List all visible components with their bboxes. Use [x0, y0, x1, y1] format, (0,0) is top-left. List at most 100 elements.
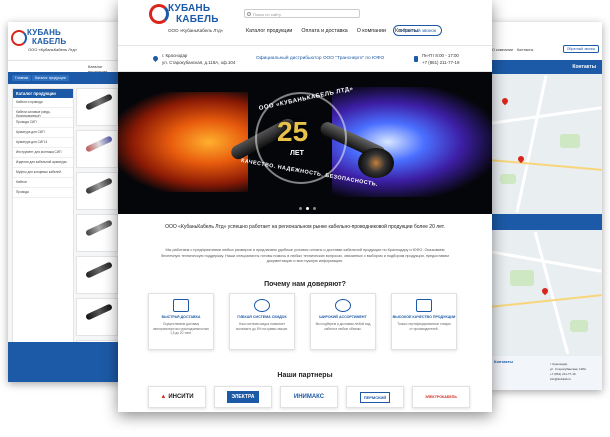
product-list [76, 88, 118, 382]
menu-item-catalog[interactable]: Каталог продукции [246, 28, 292, 34]
menu-item-about[interactable]: О компании [492, 48, 513, 52]
logo-line2: КАБЕЛЬ [32, 37, 67, 46]
product-card[interactable] [76, 88, 118, 126]
why-title: Почему нам доверяют? [264, 281, 346, 288]
right-page-menu: О компании Контакты [492, 48, 533, 52]
intro-title: ООО «КубаньКабель Лтд» успешно работает … [165, 224, 445, 230]
product-card[interactable] [76, 214, 118, 252]
cable-image [85, 93, 113, 111]
sidebar-item[interactable]: Провода [13, 188, 73, 198]
assortment-icon [335, 299, 351, 312]
sidebar-item[interactable]: Провода СИП [13, 118, 73, 128]
footer-line: info@kubkab.ru [550, 377, 572, 381]
feature-text: Мы подберем и доставим любой вид кабеля … [315, 322, 371, 331]
footer-line: +7 (861) 211-77-19 [550, 372, 576, 376]
search-placeholder: Поиск по сайту [253, 11, 282, 17]
feature-card[interactable]: ШИРОКИЙ АССОРТИМЕНТ Мы подберем и достав… [310, 293, 376, 350]
slider-dot[interactable] [299, 207, 302, 210]
work-hours: Пн-Пт 8:00 - 17:00 [422, 53, 459, 58]
phone-icon [414, 56, 418, 62]
menu-item-delivery[interactable]: Оплата и доставка [301, 28, 347, 34]
logo-tagline: ООО «КубаньКабель Лтд» [168, 28, 224, 33]
truck-icon [173, 299, 189, 312]
sidebar-item[interactable]: Арматура для СИП-4 [13, 138, 73, 148]
cable-image [85, 177, 113, 195]
callback-button[interactable]: Обратный звонок [392, 25, 442, 36]
partner-logo[interactable]: ИНИМАКС [280, 386, 338, 408]
feature-card[interactable]: БЫСТРАЯ ДОСТАВКА Осуществляем доставку а… [148, 293, 214, 350]
breadcrumb-catalog[interactable]: Каталог продукции [32, 75, 69, 81]
sidebar-title: Каталог продукции [13, 89, 73, 98]
search-icon [247, 12, 251, 16]
catalog-sidebar: Каталог продукции Кабели и провода Кабел… [12, 88, 74, 382]
feature-title: ГИБКАЯ СИСТЕМА СКИДОК [237, 315, 287, 319]
breadcrumb: Главная Каталог продукции [8, 72, 120, 84]
contacts-banner: Контакты [490, 60, 602, 74]
anniversary-label: ЛЕТ [290, 150, 304, 157]
partner-name: ПЕРМСКИЙ [359, 391, 391, 403]
cable-image [85, 135, 113, 153]
feature-card[interactable]: ВЫСОКОЕ КАЧЕСТВО ПРОДУКЦИИ Только сертиф… [391, 293, 457, 350]
map-bottom[interactable] [490, 230, 602, 356]
sidebar-item[interactable]: Инструмент для монтажа СИП [13, 148, 73, 158]
feature-title: ВЫСОКОЕ КАЧЕСТВО ПРОДУКЦИИ [392, 315, 456, 319]
cable-image [85, 219, 113, 237]
sidebar-item[interactable]: Кабели силовые (медь, бронированные) [13, 108, 73, 118]
footer-line: г. Краснодар [550, 362, 568, 366]
partner-logo[interactable]: ▲ ИНСИТИ [148, 386, 206, 408]
product-card[interactable] [76, 298, 118, 336]
feature-text: Осуществляем доставку автотранспортом гр… [153, 322, 209, 336]
partner-name: ЭЛЕКТРОКАБЕЛЬ [425, 395, 457, 399]
left-page-nav[interactable]: Каталог продукции [8, 60, 120, 74]
logo-tagline: ООО «КубаньКабель Лтд» [28, 47, 78, 52]
slider-dot-active[interactable] [306, 207, 309, 210]
product-card[interactable] [76, 256, 118, 294]
map-pin-icon[interactable] [500, 96, 510, 106]
quality-icon [416, 299, 432, 312]
address-line2: ул. Старокубанская, д.118А, оф.104 [162, 60, 236, 65]
left-page-header: КУБАНЬ КАБЕЛЬ ООО «КубаньКабель Лтд» [8, 22, 120, 60]
footer-title: Контакты [494, 359, 513, 364]
sidebar-item[interactable]: Кабели [13, 178, 73, 188]
left-background-page: КУБАНЬ КАБЕЛЬ ООО «КубаньКабель Лтд» Кат… [8, 22, 120, 382]
partner-logo[interactable]: ЭЛЕКТРА [214, 386, 272, 408]
hero-banner[interactable]: ООО «КУБАНЬКАБЕЛЬ ЛТД» КАЧЕСТВО. НАДЕЖНО… [118, 72, 492, 214]
partner-logo[interactable]: ПЕРМСКИЙ [346, 386, 404, 408]
sidebar-item[interactable]: Кабели и провода [13, 98, 73, 108]
map-top[interactable] [490, 74, 602, 214]
partners-title: Наши партнеры [277, 372, 333, 379]
partner-logo[interactable]: ЭЛЕКТРОКАБЕЛЬ [412, 386, 470, 408]
right-page-header: О компании Контакты Обратный звонок [490, 22, 602, 60]
product-card[interactable] [76, 172, 118, 210]
breadcrumb-home[interactable]: Главная [12, 75, 32, 81]
footer-line: ул. Старокубанская, 118А [550, 367, 586, 371]
cable-image [358, 148, 394, 178]
left-page-footer [8, 342, 120, 382]
feature-text: Только сертифицированные товары от произ… [397, 322, 451, 331]
menu-item-about[interactable]: О компании [357, 28, 386, 34]
cable-image [85, 303, 113, 321]
distributor-text: Официальный дистрибьютор ООО "Транснерго… [256, 56, 385, 61]
search-input[interactable]: Поиск по сайту [244, 9, 360, 18]
location-pin-icon [151, 54, 160, 63]
partner-name: ИНИМАКС [293, 394, 325, 400]
phone-number[interactable]: +7 (861) 211-77-19 [422, 60, 459, 65]
sidebar-item[interactable]: Муфты для концевых кабелей [13, 168, 73, 178]
anniversary-number: 25 [277, 116, 309, 147]
product-card[interactable] [76, 130, 118, 168]
contact-info-block [490, 214, 602, 230]
logo-line2: КАБЕЛЬ [176, 14, 219, 25]
cable-image [85, 261, 113, 279]
callback-button[interactable]: Обратный звонок [562, 45, 599, 53]
intro-text: Мы работаем с предприятиями любых размер… [161, 248, 449, 264]
right-background-page: О компании Контакты Обратный звонок Конт… [490, 22, 602, 390]
main-home-page: КУБАНЬ КАБЕЛЬ ООО «КубаньКабель Лтд» Пои… [118, 0, 492, 412]
logo-icon[interactable] [149, 4, 169, 24]
logo-icon [11, 30, 27, 46]
slider-dot[interactable] [313, 207, 316, 210]
logo-line1: КУБАНЬ [168, 3, 211, 14]
menu-item-contacts[interactable]: Контакты [517, 48, 533, 52]
sidebar-item[interactable]: Изделия для кабельной арматуры [13, 158, 73, 168]
sidebar-item[interactable]: Арматура для СИП [13, 128, 73, 138]
feature-card[interactable]: ГИБКАЯ СИСТЕМА СКИДОК Наш система скидок… [229, 293, 295, 350]
